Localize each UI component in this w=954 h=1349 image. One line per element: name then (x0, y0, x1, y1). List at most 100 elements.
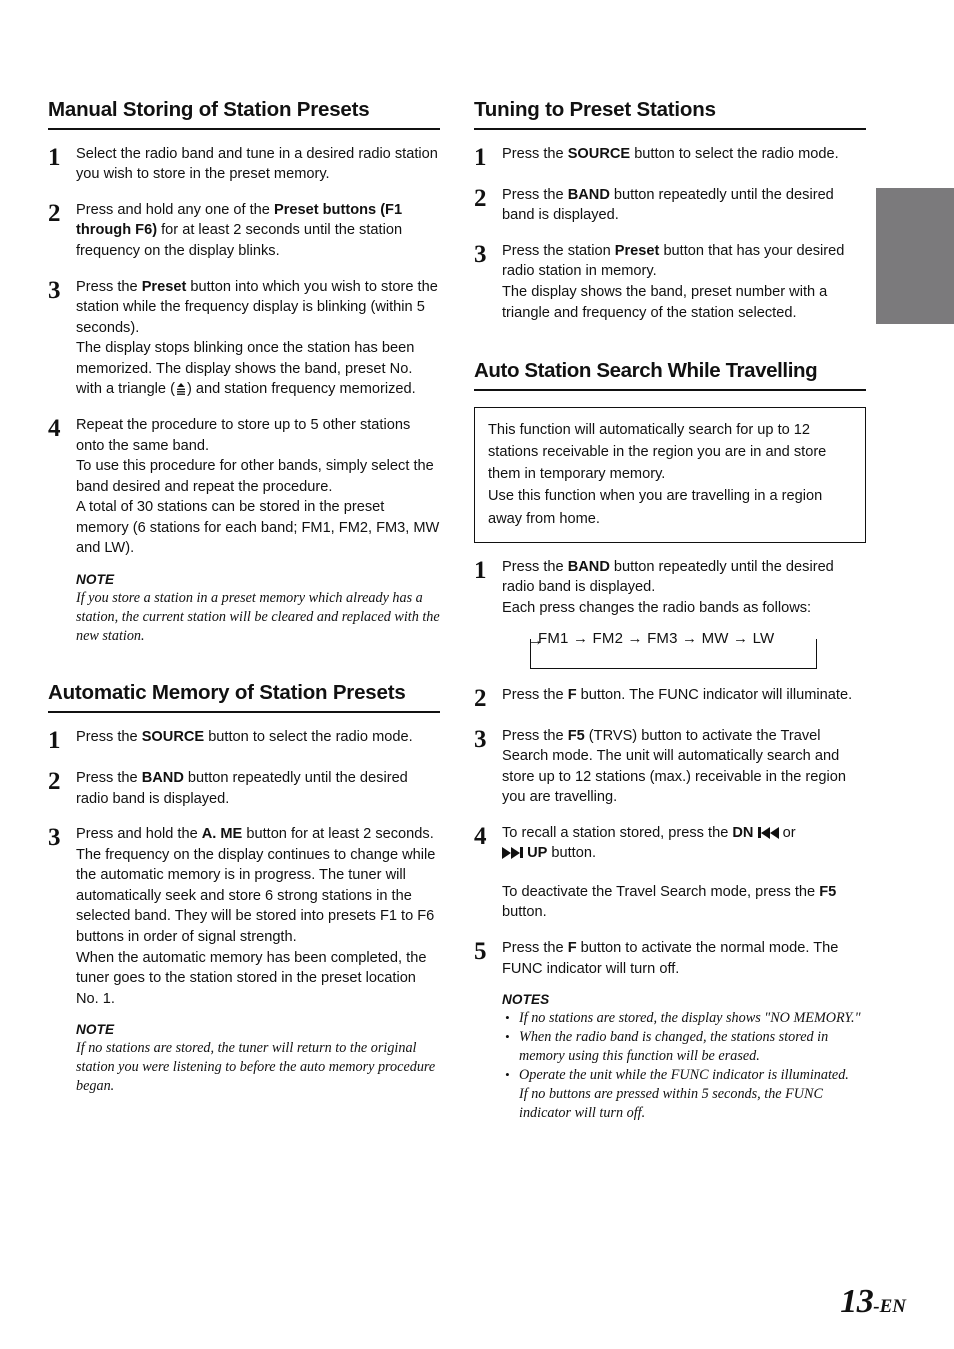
step-item: 4 Repeat the procedure to store up to 5 … (48, 415, 440, 645)
step-item: 1 Press the SOURCE button to select the … (48, 727, 440, 753)
step-item: 5 Press the F button to activate the nor… (474, 938, 866, 1123)
notes-block: NOTES If no stations are stored, the dis… (502, 990, 866, 1122)
step-number: 3 (474, 240, 487, 268)
step-number: 2 (48, 768, 61, 796)
step-text: Press the F button to activate the norma… (502, 938, 866, 1123)
step-line: Press the BAND button repeatedly until t… (76, 768, 440, 809)
step-number: 4 (474, 822, 487, 850)
button-name-band: BAND (567, 558, 610, 575)
band-cycle-diagram: → FM1 → FM2 → FM3 → MW → LW (524, 628, 824, 670)
button-name-a-me: A. ME (201, 826, 243, 843)
step-text: Repeat the procedure to store up to 5 ot… (76, 415, 440, 645)
track-up-icon (502, 845, 523, 861)
step-item: 3 Press the station Preset button that h… (474, 241, 866, 323)
step-number: 3 (48, 276, 61, 304)
text-fragment: Press the (502, 686, 568, 703)
text-fragment: Press and hold any one of the (76, 201, 274, 218)
step-item: 2 Press the BAND button repeatedly until… (474, 185, 866, 226)
step-line: The display shows the band, preset numbe… (502, 284, 828, 321)
callout-line: This function will automatically search … (488, 421, 827, 483)
text-fragment: button to select the radio mode. (204, 729, 413, 746)
step-text: Press the station Preset button that has… (502, 241, 866, 323)
step-line: Press the BAND button repeatedly until t… (502, 557, 866, 598)
button-name-up: UP (527, 845, 548, 862)
step-line: The frequency on the display continues t… (76, 846, 436, 946)
text-fragment: Press the (76, 278, 142, 295)
step-number: 5 (474, 938, 487, 966)
step-text: To recall a station stored, press the DN… (502, 823, 866, 923)
step-text: Press the F5 (TRVS) button to activate t… (502, 726, 866, 808)
two-column-body: Manual Storing of Station Presets 1 Sele… (48, 98, 866, 1123)
step-number: 1 (474, 143, 487, 171)
note-heading: NOTE (76, 1022, 115, 1038)
step-number: 3 (48, 824, 61, 852)
note-block: NOTE If no stations are stored, the tune… (76, 1020, 440, 1095)
step-line: Press the F button. The FUNC indicator w… (502, 685, 866, 706)
step-line: When the automatic memory has been compl… (76, 949, 427, 1007)
step-line: Repeat the procedure to store up to 5 ot… (76, 416, 411, 454)
button-name-dn: DN (732, 824, 754, 841)
step-item: 2 Press the F button. The FUNC indicator… (474, 685, 866, 711)
step-item: 1 Press the BAND button repeatedly until… (474, 557, 866, 670)
step-item: 1 Press the SOURCE button to select the … (474, 144, 866, 170)
text-fragment: or (778, 824, 796, 841)
callout-line: Use this function when you are travellin… (488, 488, 823, 527)
note-list-item: If no stations are stored, the display s… (505, 1009, 866, 1028)
button-name-source: SOURCE (141, 729, 205, 746)
step-line: Select the radio band and tune in a desi… (76, 145, 438, 183)
text-fragment: Press the (502, 145, 568, 162)
step-number: 1 (48, 143, 61, 171)
step-number: 4 (48, 414, 61, 442)
step-number: 2 (474, 684, 487, 712)
button-name-f5: F5 (567, 727, 585, 744)
step-number: 1 (48, 727, 61, 755)
track-down-icon (757, 825, 779, 841)
section-auto-station-search: Auto Station Search While Travelling Thi… (474, 359, 866, 1122)
step-list: 1 Press the SOURCE button to select the … (474, 144, 866, 323)
section-heading: Automatic Memory of Station Presets (48, 681, 440, 714)
section-manual-storing: Manual Storing of Station Presets 1 Sele… (48, 98, 440, 645)
step-line: Press the SOURCE button to select the ra… (502, 144, 866, 165)
step-number: 3 (474, 725, 487, 753)
step-text: Press and hold the A. ME button for at l… (76, 824, 440, 1095)
section-heading: Tuning to Preset Stations (474, 98, 866, 130)
text-fragment: To recall a station stored, press the (502, 824, 733, 841)
cycle-sequence: FM1 → FM2 → FM3 → MW → LW (538, 629, 775, 647)
step-line: A total of 30 stations can be stored in … (76, 499, 440, 557)
note-body: If no stations are stored, the display s… (519, 1010, 861, 1027)
step-item: 2 Press and hold any one of the Preset b… (48, 200, 440, 262)
step-list: 1 Select the radio band and tune in a de… (48, 144, 440, 645)
button-name-band: BAND (567, 186, 610, 203)
step-item: 1 Select the radio band and tune in a de… (48, 144, 440, 185)
step-line: Press the F button to activate the norma… (502, 938, 866, 979)
button-name-f: F (567, 686, 577, 703)
manual-page: Manual Storing of Station Presets 1 Sele… (0, 0, 954, 1349)
note-list-item: When the radio band is changed, the stat… (505, 1028, 866, 1066)
step-line: Press the BAND button repeatedly until t… (502, 185, 866, 226)
text-fragment: Press the (76, 729, 142, 746)
step-line: Press the F5 (TRVS) button to activate t… (502, 726, 866, 808)
step-text: Press and hold any one of the Preset but… (76, 200, 440, 262)
page-number: 13-EN (840, 1283, 906, 1321)
section-tuning-presets: Tuning to Preset Stations 1 Press the SO… (474, 98, 866, 323)
notes-heading: NOTES (502, 992, 550, 1008)
button-name-preset: Preset (614, 242, 660, 259)
step-list: 1 Press the BAND button repeatedly until… (474, 557, 866, 1123)
step-item: 2 Press the BAND button repeatedly until… (48, 768, 440, 809)
step-item: 3 Press the F5 (TRVS) button to activate… (474, 726, 866, 808)
button-name-f5: F5 (819, 883, 837, 900)
text-fragment: button to select the radio mode. (630, 145, 839, 162)
step-line: Each press changes the radio bands as fo… (502, 599, 812, 616)
text-fragment: Press the (502, 940, 568, 957)
step-number: 2 (474, 184, 487, 212)
step-text: Press the SOURCE button to select the ra… (76, 727, 440, 748)
note-body: Operate the unit while the FUNC indicato… (519, 1066, 849, 1121)
step-line: Press and hold any one of the Preset but… (76, 200, 440, 262)
text-fragment: Press the (76, 770, 142, 787)
text-fragment: button for at least 2 seconds. (242, 826, 434, 843)
step-line: To use this procedure for other bands, s… (76, 458, 434, 495)
page-number-suffix: -EN (873, 1296, 906, 1317)
chapter-edge-tab (876, 188, 954, 324)
step-number: 1 (474, 556, 487, 584)
